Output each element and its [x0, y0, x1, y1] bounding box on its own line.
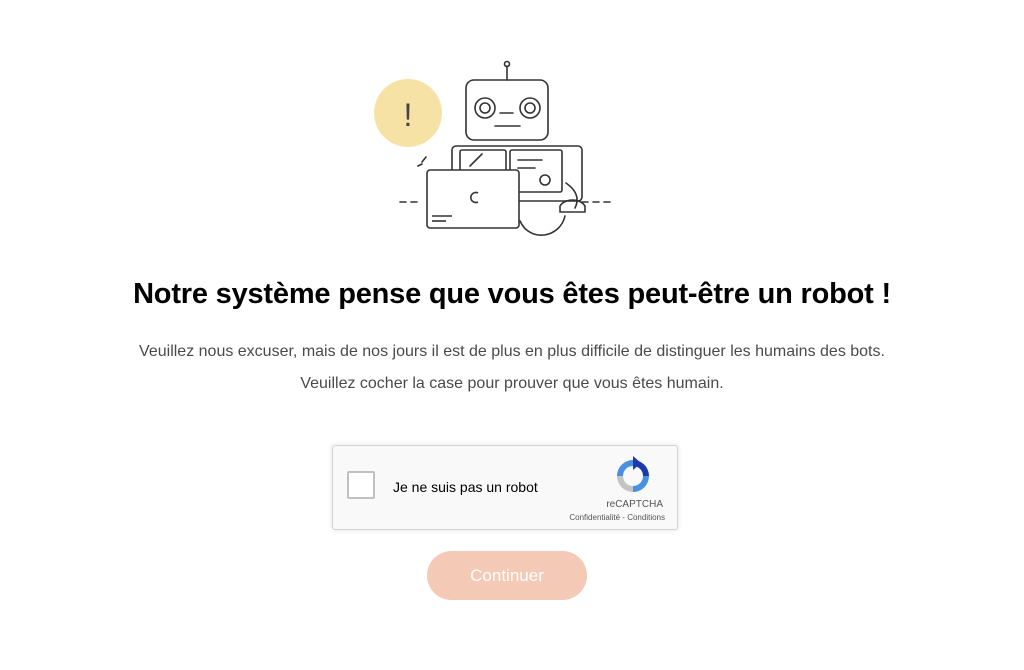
recaptcha-logo-icon — [617, 456, 649, 492]
laptop-icon — [426, 169, 520, 229]
page-title: Notre système pense que vous êtes peut-ê… — [133, 278, 891, 310]
recaptcha-brand: reCAPTCHA — [606, 499, 663, 510]
robot-illustration: ! — [370, 58, 620, 243]
terms-link[interactable]: Conditions — [627, 513, 665, 522]
recaptcha-widget: Je ne suis pas un robot reCAPTCHA Confid… — [332, 445, 678, 530]
privacy-link[interactable]: Confidentialité — [569, 513, 620, 522]
message-line-1: Veuillez nous excuser, mais de nos jours… — [139, 343, 885, 360]
continue-button[interactable]: Continuer — [427, 551, 587, 600]
recaptcha-checkbox-label: Je ne suis pas un robot — [393, 479, 538, 495]
message-line-2: Veuillez cocher la case pour prouver que… — [300, 375, 724, 392]
recaptcha-checkbox[interactable] — [347, 471, 375, 499]
svg-text:!: ! — [404, 97, 413, 133]
recaptcha-links: Confidentialité - Conditions — [569, 513, 665, 522]
robot-illustration-icon: ! — [374, 60, 613, 237]
exclamation-bubble-icon: ! — [374, 79, 442, 147]
